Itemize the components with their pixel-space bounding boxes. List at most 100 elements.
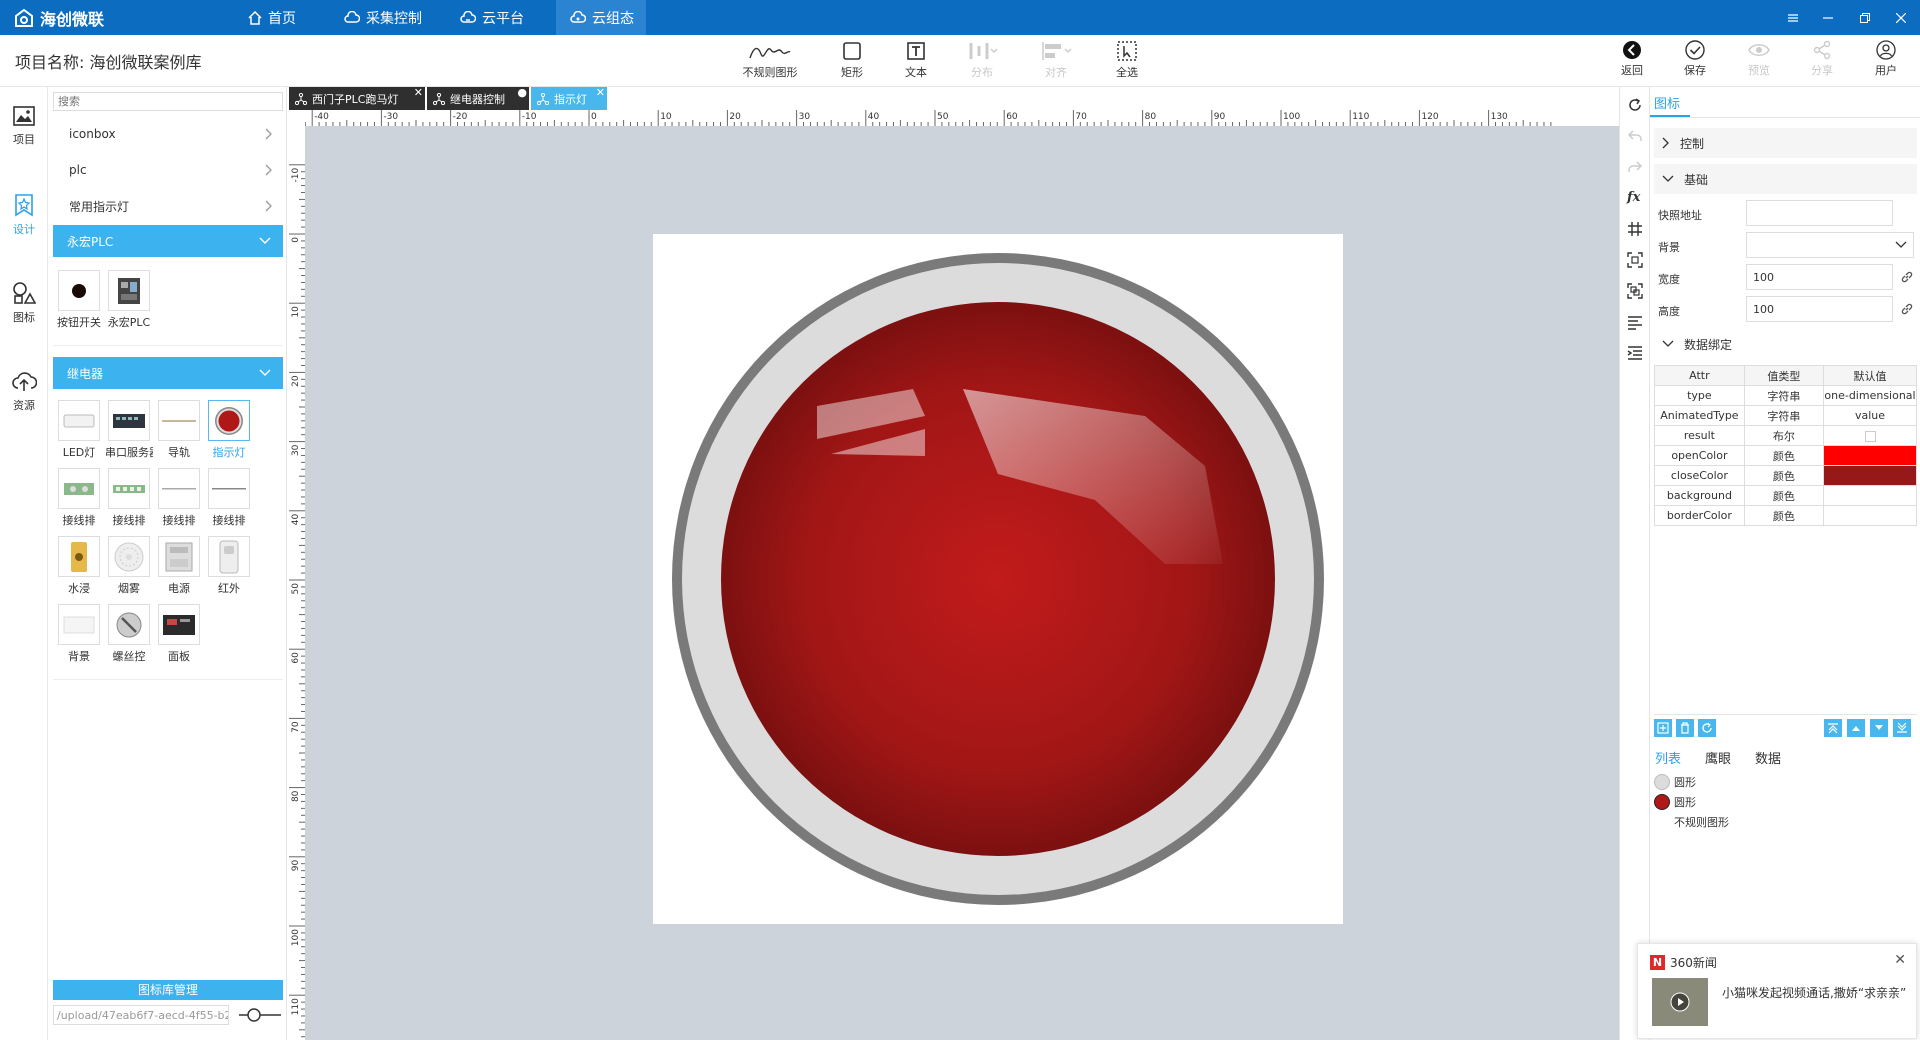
library-item[interactable]: 螺丝控 <box>107 604 151 664</box>
tool-align[interactable]: 对齐 <box>1024 40 1088 84</box>
cell-value[interactable]: one-dimensional <box>1823 385 1917 406</box>
library-item[interactable]: 导轨 <box>157 400 201 460</box>
align-list-icon[interactable] <box>1627 314 1643 330</box>
save-button[interactable]: 保存 <box>1663 40 1727 84</box>
redo-icon[interactable] <box>1627 159 1643 175</box>
tab-list[interactable]: 列表 <box>1655 748 1681 767</box>
restore-icon[interactable] <box>1850 0 1880 35</box>
app-brand[interactable]: 海创微联 <box>14 0 104 35</box>
cell-value[interactable] <box>1823 505 1917 526</box>
layer-item[interactable]: 不规则图形 <box>1654 814 1729 830</box>
refresh-icon[interactable] <box>1627 97 1643 113</box>
table-row[interactable]: result 布尔 <box>1654 425 1917 446</box>
cell-value[interactable]: value <box>1823 405 1917 426</box>
indicator-light-graphic[interactable] <box>653 234 1343 924</box>
category-indicator[interactable]: 常用指示灯 <box>53 188 283 224</box>
leftnav-icons[interactable]: 图标 <box>0 281 48 325</box>
link-icon[interactable] <box>1900 302 1914 316</box>
grid-icon[interactable] <box>1627 221 1643 237</box>
leftnav-resources[interactable]: 资源 <box>0 369 48 413</box>
library-item[interactable]: 电源 <box>157 536 201 596</box>
news-text[interactable]: 小猫咪发起视频通话,撒娇“求亲亲” <box>1722 984 1908 1002</box>
library-item[interactable]: 烟雾 <box>107 536 151 596</box>
library-manage-button[interactable]: 图标库管理 <box>53 980 283 1000</box>
link-icon[interactable] <box>1900 270 1914 284</box>
layer-item[interactable]: 圆形 <box>1654 774 1696 790</box>
nav-home[interactable]: 首页 <box>248 0 296 35</box>
tool-rectangle[interactable]: 矩形 <box>820 40 884 84</box>
color-swatch-close[interactable] <box>1823 465 1917 486</box>
undo-icon[interactable] <box>1627 128 1643 144</box>
artboard[interactable] <box>653 234 1343 924</box>
upload-path-input[interactable] <box>53 1005 229 1025</box>
tab-icon-properties[interactable]: 图标 <box>1654 93 1680 112</box>
library-item[interactable]: 接线排 <box>157 468 201 528</box>
add-icon[interactable] <box>1654 719 1672 737</box>
color-swatch-open[interactable] <box>1823 445 1917 466</box>
category-iconbox[interactable]: iconbox <box>53 116 283 152</box>
library-search-input[interactable] <box>53 92 283 111</box>
library-item[interactable]: 串口服务器 <box>105 400 153 460</box>
table-row[interactable]: borderColor 颜色 <box>1654 505 1917 526</box>
table-row[interactable]: closeColor 颜色 <box>1654 465 1917 486</box>
library-item[interactable]: 按钮开关 <box>57 270 101 330</box>
nav-cloud-platform[interactable]: 云平台 <box>460 0 524 35</box>
group-icon[interactable] <box>1627 252 1643 268</box>
tab-close-icon[interactable]: ✕ <box>596 87 605 99</box>
table-row[interactable]: openColor 颜色 <box>1654 445 1917 466</box>
indent-icon[interactable] <box>1627 345 1643 361</box>
user-button[interactable]: 用户 <box>1854 40 1918 84</box>
section-control[interactable]: 控制 <box>1654 128 1917 158</box>
canvas-area[interactable]: 西门子PLC跑马灯 ✕ 继电器控制 ● 指示灯 ✕ -50-40-30-20-1… <box>289 87 1619 1040</box>
table-row[interactable]: type 字符串 one-dimensional <box>1654 385 1917 406</box>
news-thumbnail[interactable] <box>1652 978 1708 1026</box>
lamp-circle[interactable] <box>721 302 1275 856</box>
section-data-binding[interactable]: 数据绑定 <box>1654 329 1917 359</box>
library-item[interactable]: 水浸 <box>57 536 101 596</box>
move-bottom-icon[interactable] <box>1893 719 1911 737</box>
nav-collect-control[interactable]: 采集控制 <box>344 0 422 35</box>
library-item[interactable]: 背景 <box>57 604 101 664</box>
move-top-icon[interactable] <box>1824 719 1842 737</box>
library-item[interactable]: LED灯 <box>57 400 101 460</box>
tool-select-all[interactable]: 全选 <box>1095 40 1159 84</box>
library-item[interactable]: 红外 <box>207 536 251 596</box>
menu-icon[interactable] <box>1778 0 1808 35</box>
library-item[interactable]: 接线排 <box>207 468 251 528</box>
tab-eagle-eye[interactable]: 鹰眼 <box>1705 748 1731 767</box>
preview-button[interactable]: 预览 <box>1727 40 1791 84</box>
move-down-icon[interactable] <box>1870 719 1888 737</box>
group-header-relay[interactable]: 继电器 <box>53 357 283 389</box>
height-input[interactable]: 100 <box>1746 296 1893 322</box>
leftnav-design[interactable]: 设计 <box>0 193 48 237</box>
tab-relay-control[interactable]: 继电器控制 ● <box>427 87 529 110</box>
close-icon[interactable] <box>1886 0 1916 35</box>
tool-text[interactable]: 文本 <box>884 40 948 84</box>
move-up-icon[interactable] <box>1847 719 1865 737</box>
snapshot-input[interactable] <box>1746 200 1893 226</box>
minimize-icon[interactable] <box>1813 0 1843 35</box>
group-header-plc[interactable]: 永宏PLC <box>53 225 283 257</box>
layer-item[interactable]: 圆形 <box>1654 794 1696 810</box>
library-item[interactable]: 接线排 <box>57 468 101 528</box>
section-basic[interactable]: 基础 <box>1654 164 1917 194</box>
checkbox[interactable] <box>1864 430 1876 442</box>
function-icon[interactable]: fx <box>1627 190 1643 206</box>
library-item[interactable]: 永宏PLC <box>107 270 151 330</box>
news-popup[interactable]: N 360新闻 ✕ 小猫咪发起视频通话,撒娇“求亲亲” <box>1637 943 1917 1039</box>
tool-freeform[interactable]: 不规则图形 <box>738 40 802 84</box>
zoom-slider[interactable] <box>239 1007 281 1023</box>
library-item-selected[interactable]: 指示灯 <box>207 400 251 460</box>
cell-value[interactable] <box>1823 485 1917 506</box>
ungroup-icon[interactable] <box>1627 283 1643 299</box>
tab-siemens-plc[interactable]: 西门子PLC跑马灯 ✕ <box>289 87 425 110</box>
tool-distribute[interactable]: 分布 <box>950 40 1014 84</box>
share-button[interactable]: 分享 <box>1790 40 1854 84</box>
delete-icon[interactable] <box>1676 719 1694 737</box>
category-plc[interactable]: plc <box>53 152 283 188</box>
close-icon[interactable]: ✕ <box>1894 952 1906 968</box>
width-input[interactable]: 100 <box>1746 264 1893 290</box>
tab-data[interactable]: 数据 <box>1755 748 1781 767</box>
library-item[interactable]: 面板 <box>157 604 201 664</box>
background-select[interactable] <box>1746 232 1914 258</box>
